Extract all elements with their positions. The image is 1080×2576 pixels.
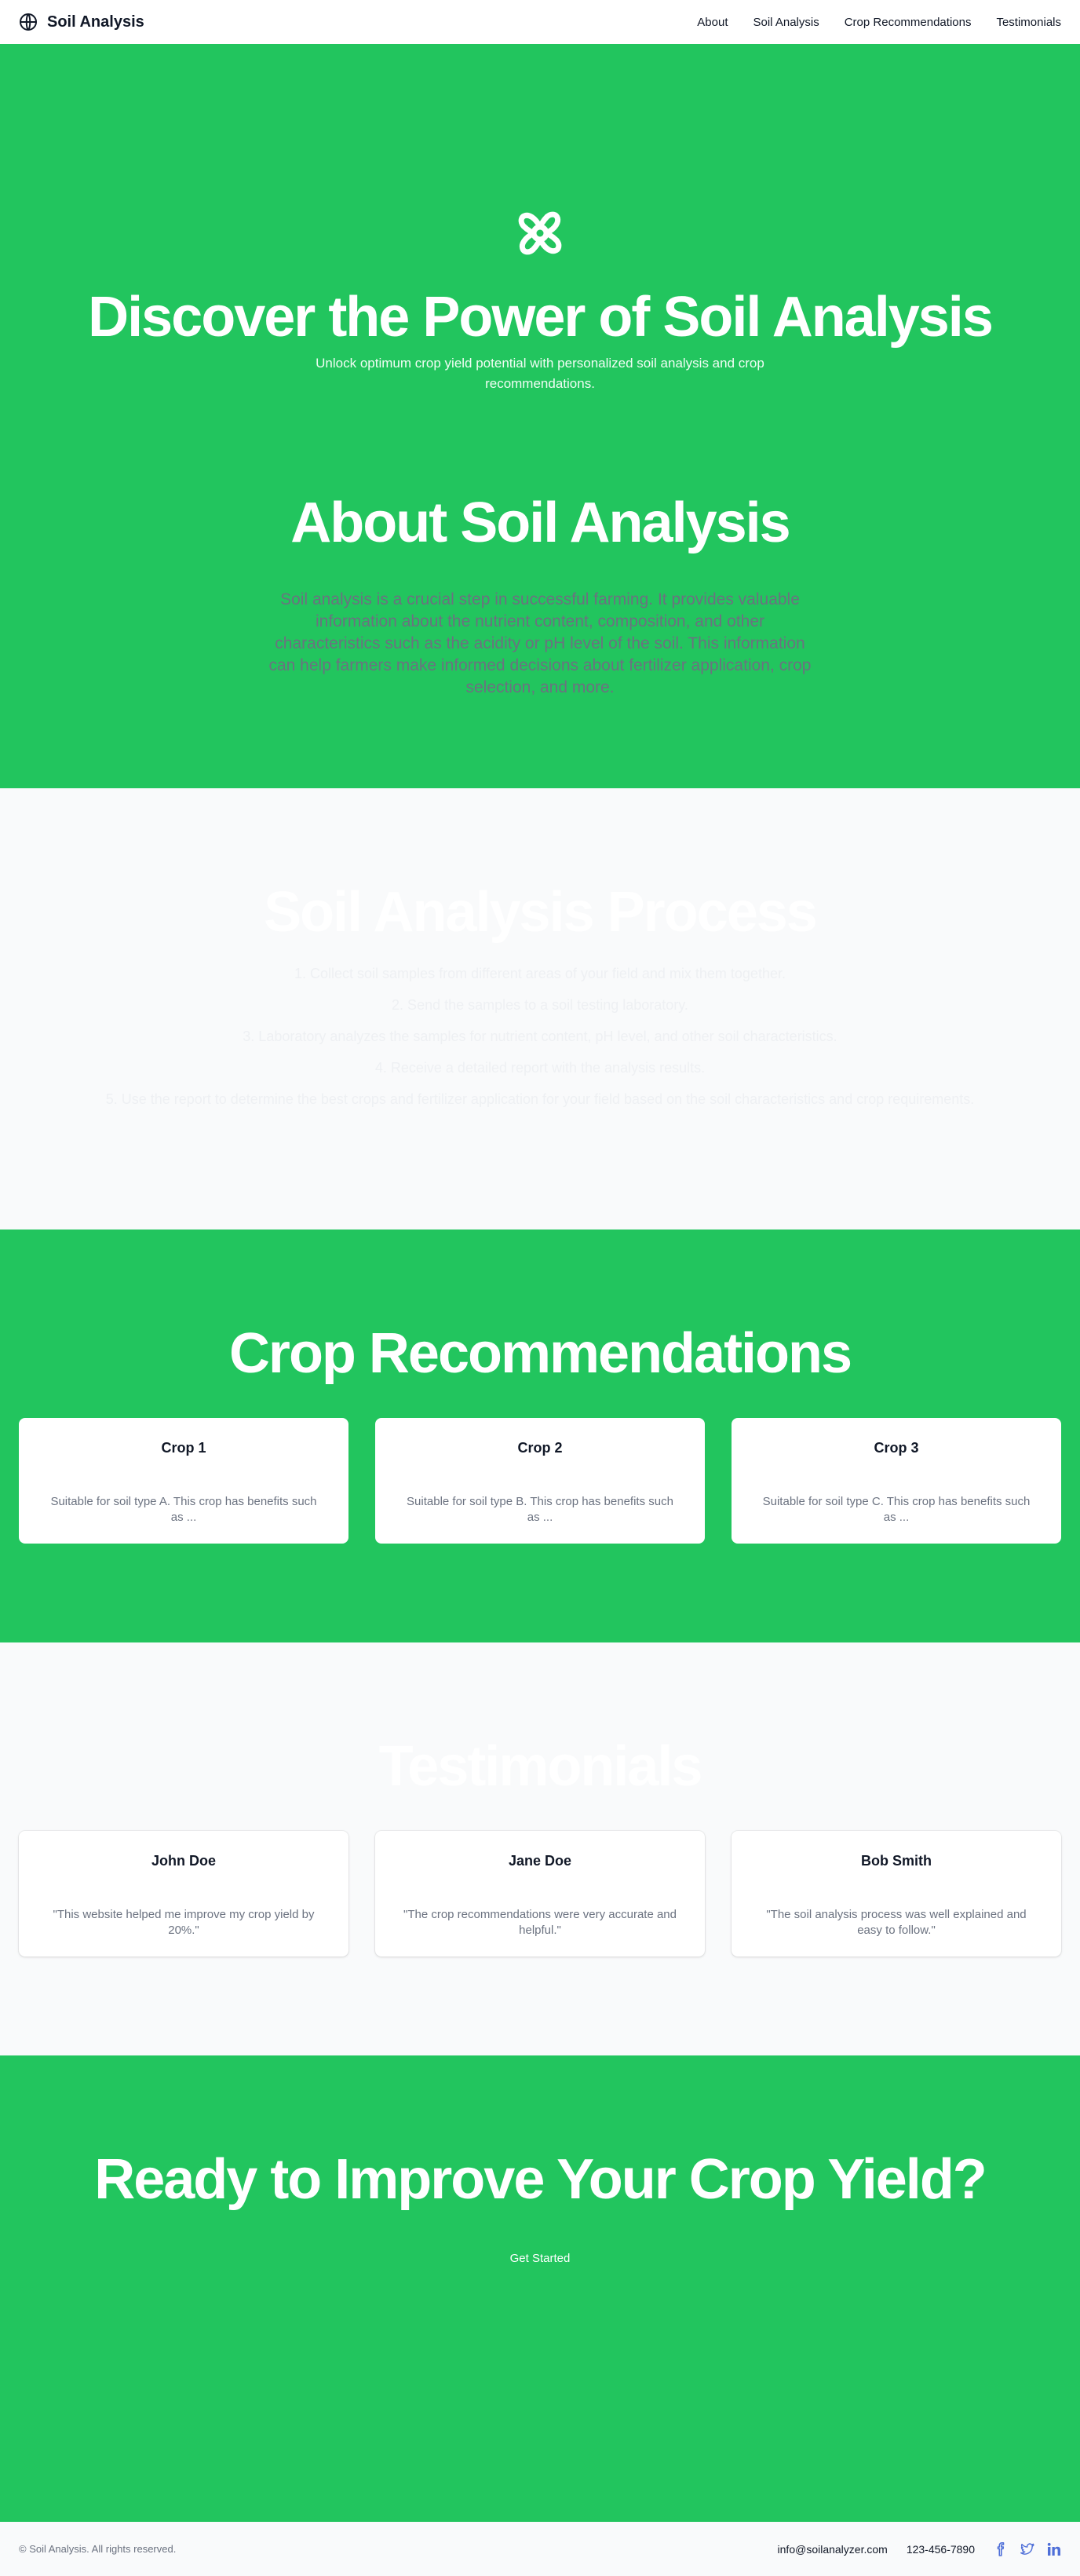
nav-link-testimonials[interactable]: Testimonials bbox=[996, 16, 1061, 29]
testimonial-name: Bob Smith bbox=[861, 1853, 932, 1869]
testimonial-name: Jane Doe bbox=[508, 1853, 572, 1869]
about-title: About Soil Analysis bbox=[290, 491, 790, 554]
crop-card-text: Suitable for soil type B. This crop has … bbox=[407, 1495, 673, 1524]
crop-card-title: Crop 2 bbox=[517, 1440, 563, 1456]
linkedin-icon[interactable] bbox=[1047, 2542, 1061, 2556]
process-title: Soil Analysis Process bbox=[264, 881, 818, 944]
site-footer: © Soil Analysis. All rights reserved. in… bbox=[0, 2522, 1080, 2576]
get-started-button[interactable]: Get Started bbox=[494, 2244, 586, 2273]
process-step: 3. Laboratory analyzes the samples for n… bbox=[243, 1029, 837, 1044]
footer-email[interactable]: info@soilanalyzer.com bbox=[778, 2543, 888, 2556]
about-text: Soil analysis is a crucial step in succe… bbox=[268, 590, 812, 696]
cta-section: Ready to Improve Your Crop Yield? Get St… bbox=[0, 2055, 1080, 2522]
hero-title: Discover the Power of Soil Analysis bbox=[88, 286, 994, 349]
globe-icon bbox=[19, 13, 38, 31]
twitter-icon[interactable] bbox=[1020, 2542, 1034, 2556]
social-links bbox=[994, 2541, 1061, 2556]
testimonial-card: Jane Doe "The crop recommendations were … bbox=[375, 1831, 705, 1957]
testimonial-quote: "The crop recommendations were very accu… bbox=[403, 1908, 677, 1937]
crop-card-title: Crop 3 bbox=[874, 1440, 919, 1456]
cta-title: Ready to Improve Your Crop Yield? bbox=[94, 2148, 987, 2211]
facebook-icon[interactable] bbox=[994, 2541, 1008, 2556]
process-step: 5. Use the report to determine the best … bbox=[105, 1091, 975, 1107]
process-step: 2. Send the samples to a soil testing la… bbox=[392, 997, 688, 1013]
process-step: 4. Receive a detailed report with the an… bbox=[374, 1060, 706, 1076]
testimonials-section: Testimonials John Doe "This website help… bbox=[0, 1642, 1080, 2055]
brand-name: Soil Analysis bbox=[47, 13, 144, 31]
process-steps: 1. Collect soil samples from different a… bbox=[106, 964, 975, 1109]
brand[interactable]: Soil Analysis bbox=[19, 13, 144, 31]
crop-card-title: Crop 1 bbox=[161, 1440, 206, 1456]
testimonial-quote: "This website helped me improve my crop … bbox=[53, 1908, 315, 1937]
process-step: 1. Collect soil samples from different a… bbox=[294, 966, 786, 981]
flower-icon bbox=[506, 199, 574, 267]
site-header: Soil Analysis About Soil Analysis Crop R… bbox=[0, 0, 1080, 44]
copyright-text: © Soil Analysis. All rights reserved. bbox=[19, 2543, 177, 2555]
hero-section: Discover the Power of Soil Analysis Unlo… bbox=[0, 44, 1080, 788]
testimonial-card: Bob Smith "The soil analysis process was… bbox=[732, 1831, 1061, 1957]
crop-card: Crop 1 Suitable for soil type A. This cr… bbox=[19, 1418, 348, 1544]
footer-contact-area: info@soilanalyzer.com 123-456-7890 bbox=[778, 2541, 1061, 2556]
crop-recommendations-section: Crop Recommendations Crop 1 Suitable for… bbox=[0, 1230, 1080, 1642]
testimonials-title: Testimonials bbox=[378, 1735, 703, 1798]
testimonial-cards: John Doe "This website helped me improve… bbox=[0, 1831, 1080, 1957]
nav-link-soil-analysis[interactable]: Soil Analysis bbox=[753, 16, 819, 29]
testimonial-name: John Doe bbox=[151, 1853, 216, 1869]
nav-link-about[interactable]: About bbox=[697, 16, 728, 29]
hero-subtitle: Unlock optimum crop yield potential with… bbox=[316, 356, 764, 391]
crop-card: Crop 3 Suitable for soil type C. This cr… bbox=[732, 1418, 1061, 1544]
main-nav: About Soil Analysis Crop Recommendations… bbox=[697, 16, 1061, 29]
nav-link-crop-recommendations[interactable]: Crop Recommendations bbox=[845, 16, 972, 29]
testimonial-quote: "The soil analysis process was well expl… bbox=[766, 1908, 1027, 1937]
process-section: Soil Analysis Process 1. Collect soil sa… bbox=[0, 788, 1080, 1230]
crop-card-text: Suitable for soil type A. This crop has … bbox=[50, 1495, 317, 1524]
footer-phone[interactable]: 123-456-7890 bbox=[907, 2543, 975, 2556]
crop-card-text: Suitable for soil type C. This crop has … bbox=[762, 1495, 1031, 1524]
crops-title: Crop Recommendations bbox=[228, 1322, 852, 1385]
testimonial-card: John Doe "This website helped me improve… bbox=[19, 1831, 348, 1957]
crop-card: Crop 2 Suitable for soil type B. This cr… bbox=[375, 1418, 705, 1544]
crop-cards: Crop 1 Suitable for soil type A. This cr… bbox=[0, 1418, 1080, 1544]
